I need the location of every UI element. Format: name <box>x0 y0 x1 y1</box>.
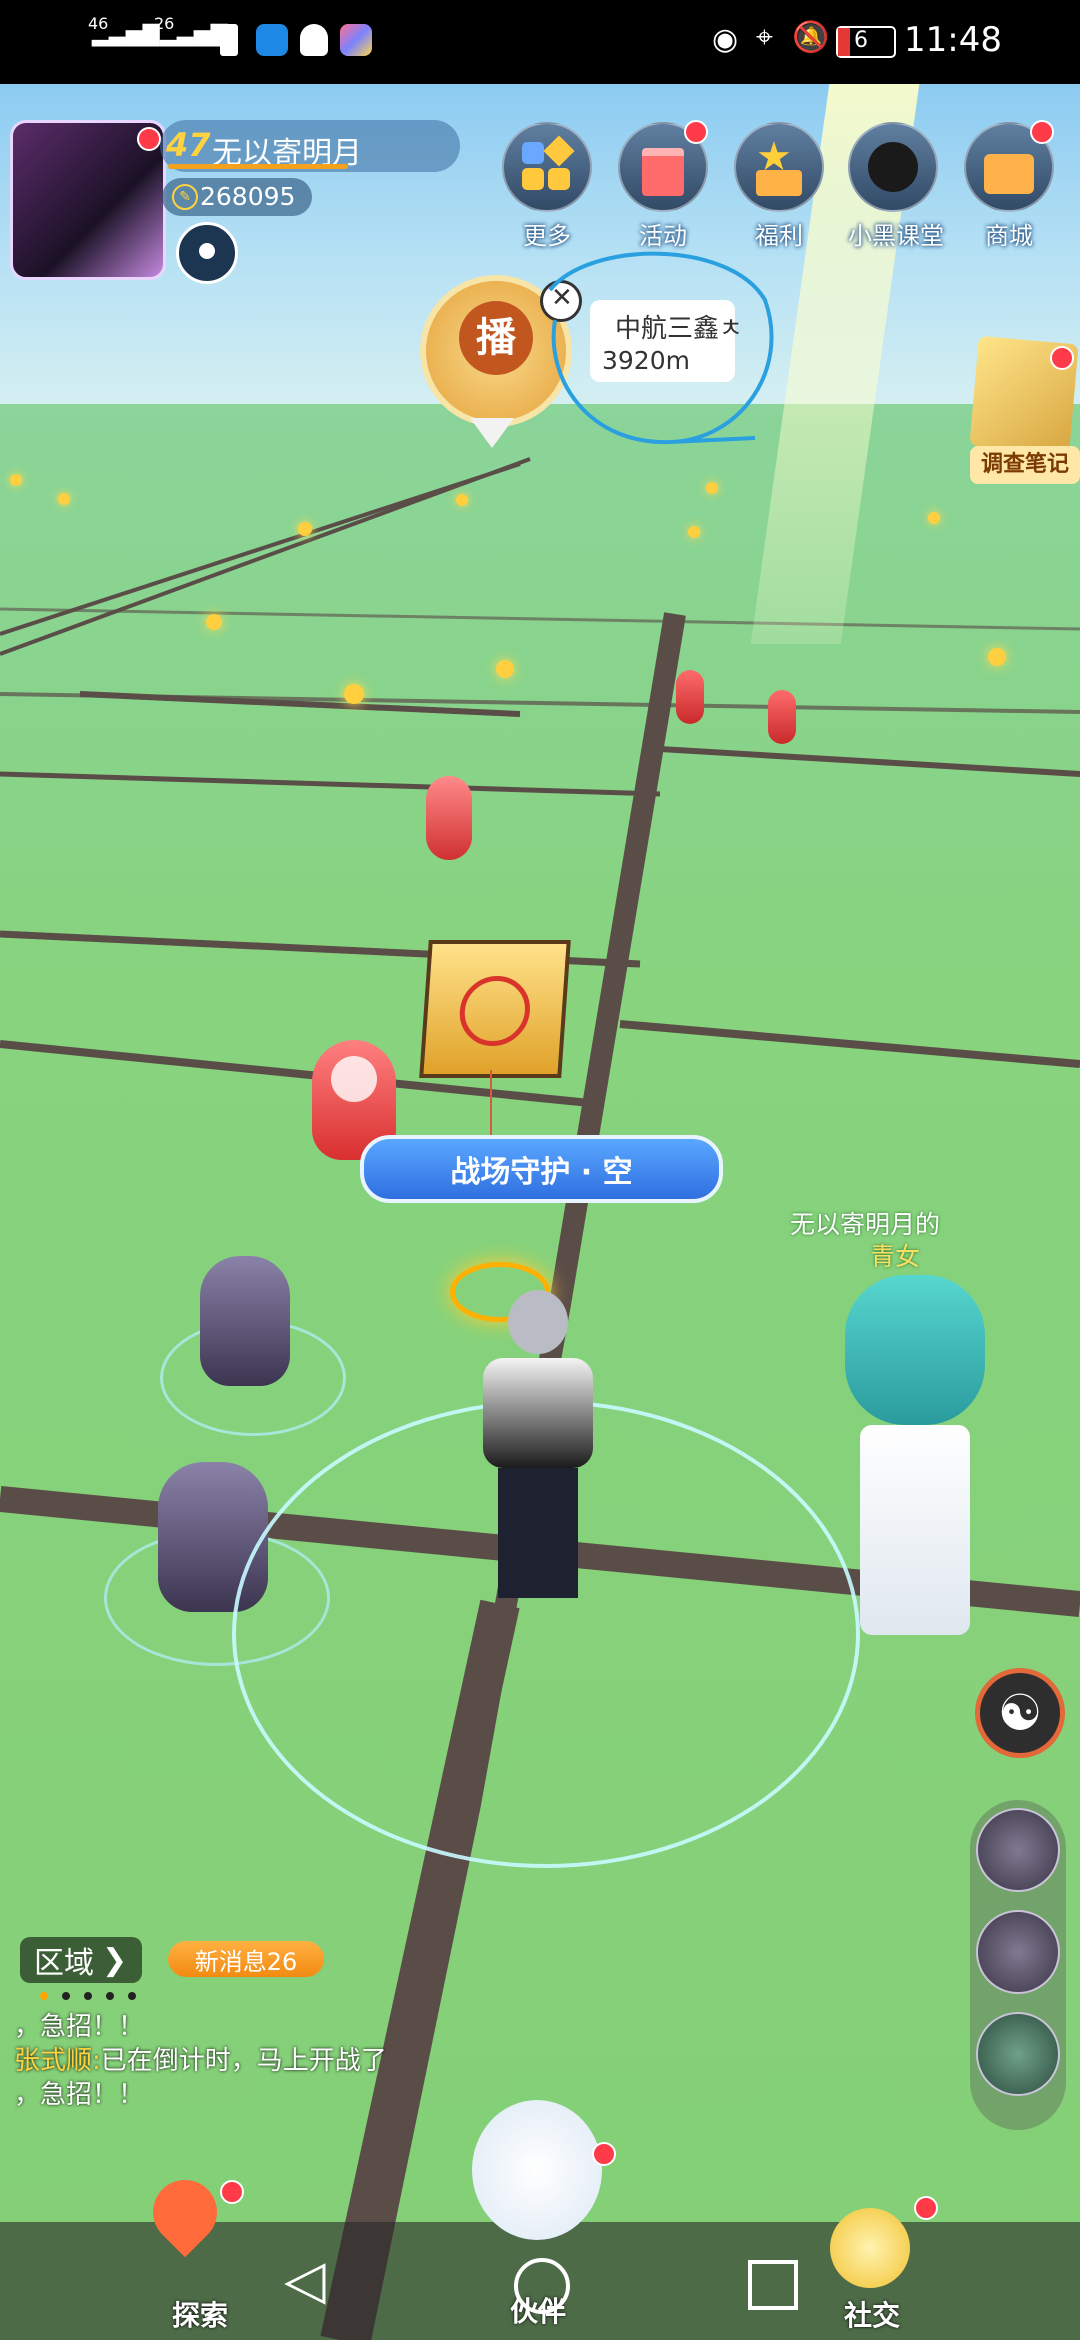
black-creature-icon <box>848 122 938 212</box>
notes-label: 调查笔记 <box>970 446 1080 484</box>
player-character[interactable] <box>478 1290 598 1610</box>
pet-owner-label: 无以寄明月的 <box>790 1210 941 1239</box>
gold-point[interactable] <box>10 474 22 486</box>
pet-name-label: 青女 <box>870 1242 921 1271</box>
shop-icon <box>964 120 1054 212</box>
app-notification-icon <box>256 24 288 56</box>
recents-icon[interactable] <box>748 2260 798 2310</box>
exp-bar <box>168 164 348 169</box>
lantern-string <box>490 1070 492 1140</box>
gift-icon <box>618 120 708 212</box>
social-badge <box>914 2196 938 2220</box>
partner-badge <box>592 2142 616 2166</box>
location-icon: ⌖ <box>756 20 773 55</box>
player-name-bar[interactable]: 47 无以寄明月 <box>160 120 460 172</box>
map-pin[interactable] <box>768 690 796 744</box>
map-pin[interactable] <box>676 670 704 724</box>
gold-point[interactable] <box>58 493 70 505</box>
events-badge <box>684 120 708 144</box>
player-level: 47 <box>166 126 211 164</box>
eye-icon: ◉ <box>712 22 739 57</box>
menu-label: 商城 <box>985 222 1033 250</box>
gold-point[interactable] <box>206 614 222 630</box>
explore-icon[interactable] <box>130 2166 244 2294</box>
gold-point[interactable] <box>688 526 700 538</box>
battery-icon: 6 <box>836 26 896 58</box>
partner-mascot-icon[interactable] <box>472 2100 616 2240</box>
broadcast-pointer <box>470 418 514 448</box>
explore-badge <box>220 2180 244 2204</box>
nav-social[interactable]: 社交 <box>844 2294 900 2334</box>
chat-sender[interactable]: 张式顺: <box>14 2046 101 2076</box>
star-box-icon: ★ <box>734 122 824 212</box>
pet-slot-3[interactable] <box>976 2012 1060 2096</box>
coin-count: 268095 <box>200 182 296 211</box>
chat-line-3: ，急招！！ <box>14 2080 145 2110</box>
coin-bar: ✎ 268095 <box>162 178 312 216</box>
menu-classroom[interactable]: 小黑课堂 <box>848 122 944 252</box>
more-icon <box>502 122 592 212</box>
player-avatar[interactable] <box>10 120 166 280</box>
gold-point[interactable] <box>706 482 718 494</box>
region-button[interactable]: 区域 ❯ <box>20 1937 142 1983</box>
gold-point[interactable] <box>344 684 364 704</box>
map-pin[interactable] <box>426 776 472 860</box>
app-icon <box>340 24 372 56</box>
lantern-icon[interactable] <box>419 940 571 1078</box>
pet-team-bar <box>970 1800 1066 2130</box>
avatar-badge <box>137 127 161 151</box>
yin-yang-icon[interactable]: ☯ <box>975 1668 1065 1758</box>
mute-bell-icon: 🔕 <box>792 20 830 55</box>
qq-icon <box>300 24 328 56</box>
chat-page-dots <box>40 1992 138 2000</box>
back-icon[interactable]: ◁ <box>284 2248 326 2311</box>
compass-icon[interactable] <box>176 222 238 284</box>
broadcast-icon: 播 <box>459 301 533 375</box>
social-icon[interactable] <box>810 2196 938 2306</box>
pet-slot-1[interactable] <box>976 1808 1060 1892</box>
notes-badge <box>1050 346 1074 370</box>
region-label: 区域 <box>34 1946 94 1981</box>
signal-label-1: 46 <box>88 14 109 33</box>
clock: 11:48 <box>904 20 1002 60</box>
annotation-circle <box>548 251 774 445</box>
monster-sprite[interactable] <box>200 1256 290 1386</box>
nav-explore[interactable]: 探索 <box>172 2294 228 2334</box>
menu-label: 小黑课堂 <box>848 222 944 250</box>
pet-character[interactable] <box>830 1275 1000 1645</box>
signal-label-2: 26 <box>154 14 175 33</box>
gold-point[interactable] <box>928 512 940 524</box>
chevron-right-icon: ❯ <box>102 1942 128 1978</box>
sim-icon <box>220 24 238 56</box>
coin-icon: ✎ <box>172 184 198 210</box>
gold-point[interactable] <box>298 522 312 536</box>
chat-line-1: ，急招！！ <box>14 2012 145 2042</box>
battery-level: 6 <box>854 28 868 53</box>
home-icon[interactable] <box>514 2258 570 2314</box>
menu-shop[interactable]: 商城 <box>964 120 1054 252</box>
gold-point[interactable] <box>988 648 1006 666</box>
new-messages-badge[interactable]: 新消息26 <box>168 1941 324 1977</box>
chat-message: 已在倒计时，马上开战了 <box>100 2046 387 2076</box>
survey-notes-button[interactable]: 调查笔记 <box>969 335 1080 490</box>
pet-slot-2[interactable] <box>976 1910 1060 1994</box>
gold-point[interactable] <box>496 660 514 678</box>
status-bar: ▂▃▅▇ 46 ▂▃▅▇ 26 ◉ ⌖ 🔕 6 11:48 <box>0 0 1080 84</box>
gold-point[interactable] <box>456 494 468 506</box>
battle-guard-banner[interactable]: 战场守护 · 空 <box>360 1135 723 1203</box>
chat-line-2: 张式顺:已在倒计时，马上开战了 <box>14 2040 387 2077</box>
shop-badge <box>1030 120 1054 144</box>
